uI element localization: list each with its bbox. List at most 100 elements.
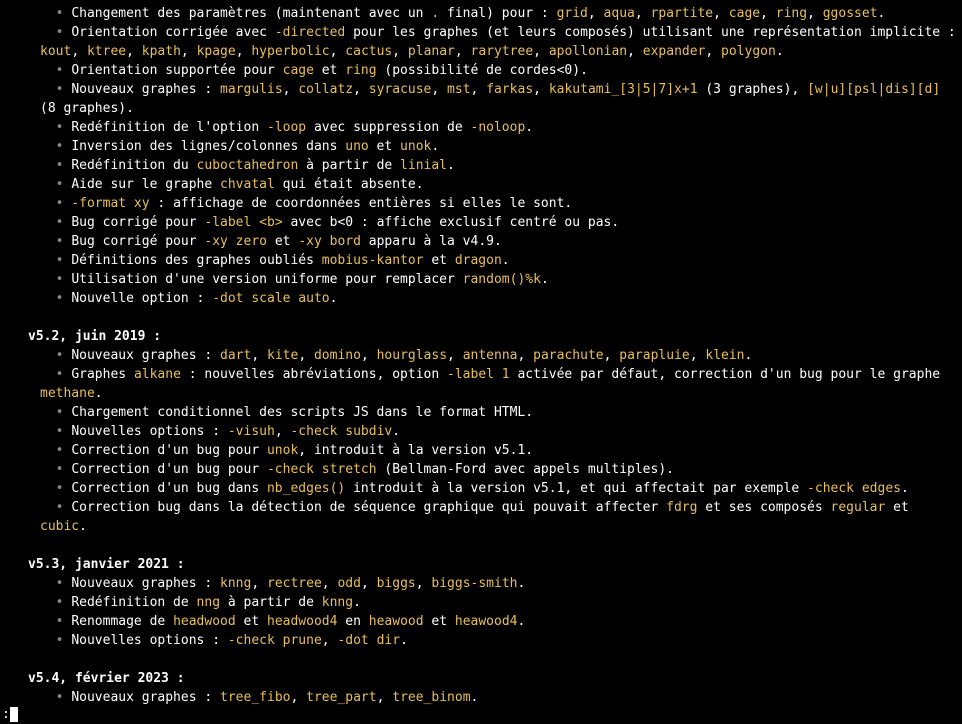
text: , [431, 82, 447, 97]
highlight-token: farkas [486, 82, 533, 97]
highlight-token: rarytree [471, 44, 534, 59]
text: et [314, 63, 345, 78]
highlight-token: margulis [220, 82, 283, 97]
list-item: • Nouveaux graphes : dart, kite, domino,… [0, 346, 962, 365]
text: , [760, 6, 776, 21]
highlight-token: mobius-kantor [322, 253, 424, 268]
text: . [541, 272, 549, 287]
text: , introduit à la version v5.1. [298, 443, 533, 458]
highlight-token: ring [776, 6, 807, 21]
text: , [807, 6, 823, 21]
text: , [635, 6, 651, 21]
text: Correction bug dans la détection de séqu… [71, 500, 666, 515]
list-item: • Correction bug dans la détection de sé… [0, 498, 962, 536]
text: : affichage de coordonnées entières si e… [150, 196, 573, 211]
highlight-token: -format xy [71, 196, 149, 211]
text: , [251, 348, 267, 363]
highlight-token: knng [220, 576, 251, 591]
section-heading: v5.3, janvier 2021 : [0, 555, 962, 574]
text: Nouveaux graphes : [71, 576, 220, 591]
highlight-token: -check edges [807, 481, 901, 496]
bullet-icon: • [40, 6, 71, 21]
highlight-token: nb_edges() [267, 481, 345, 496]
highlight-token: cubic [40, 519, 79, 534]
text: activée par défaut, correction d'un bug … [510, 367, 948, 382]
highlight-token: linial [400, 158, 447, 173]
highlight-token: grid [557, 6, 588, 21]
list-item: • Renommage de headwood et headwood4 en … [0, 612, 962, 631]
highlight-token: -xy bord [298, 234, 361, 249]
highlight-token: collatz [298, 82, 353, 97]
list-item: • Bug corrigé pour -label <b> avec b<0 :… [0, 213, 962, 232]
highlight-token: unok [400, 139, 431, 154]
text: (possibilité de cordes<0). [377, 63, 588, 78]
text: apparu à la v4.9. [361, 234, 502, 249]
text: et [424, 253, 455, 268]
text: Orientation corrigée avec [71, 25, 275, 40]
bullet-icon: • [40, 234, 71, 249]
highlight-token: kakutami_[3|5|7]x+1 [549, 82, 698, 97]
bullet-icon: • [40, 633, 71, 648]
text: . [525, 120, 533, 135]
list-item: • Aide sur le graphe chvatal qui était a… [0, 175, 962, 194]
text: et [885, 500, 916, 515]
text: , [705, 44, 721, 59]
highlight-token: parapluie [619, 348, 689, 363]
text: introduit à la version v5.1, et qui affe… [345, 481, 807, 496]
text: Nouvelles options : [71, 633, 228, 648]
text: . [79, 519, 87, 534]
text: , [518, 348, 534, 363]
list-item: • Redéfinition de l'option -loop avec su… [0, 118, 962, 137]
list-item: • Correction d'un bug pour unok, introdu… [0, 441, 962, 460]
text: , [298, 348, 314, 363]
text: Bug corrigé pour [71, 215, 204, 230]
bullet-icon: • [40, 690, 71, 705]
highlight-token: knng [322, 595, 353, 610]
text: et [267, 234, 298, 249]
text: . [431, 139, 439, 154]
bullet-icon: • [40, 500, 71, 515]
highlight-token: aqua [604, 6, 635, 21]
highlight-token: kpage [197, 44, 236, 59]
text: final) pour : [439, 6, 556, 21]
text: , [353, 82, 369, 97]
bullet-icon: • [40, 139, 71, 154]
bullet-icon: • [40, 614, 71, 629]
highlight-token: regular [831, 500, 886, 515]
highlight-token: tree_part [306, 690, 376, 705]
list-item: • Chargement conditionnel des scripts JS… [0, 403, 962, 422]
text: , [322, 576, 338, 591]
highlight-token: headwood [173, 614, 236, 629]
list-item: • Nouvelles options : -check prune, -dot… [0, 631, 962, 650]
text: Définitions des graphes oubliés [71, 253, 321, 268]
text: qui était absente. [275, 177, 424, 192]
text: , [361, 576, 377, 591]
bullet-icon: • [40, 272, 71, 287]
bullet-icon: • [40, 348, 71, 363]
bullet-icon: • [40, 215, 71, 230]
text: Graphes [71, 367, 134, 382]
pager-status[interactable]: : [0, 705, 20, 724]
bullet-icon: • [40, 291, 71, 306]
text: . [518, 614, 526, 629]
blank-line [0, 308, 962, 327]
highlight-token: -check stretch [267, 462, 377, 477]
highlight-token: heawood4 [455, 614, 518, 629]
text: en [337, 614, 368, 629]
list-item: • Correction d'un bug pour -check stretc… [0, 460, 962, 479]
text: , [392, 44, 408, 59]
highlight-token: uno [345, 139, 368, 154]
highlight-token: ktree [87, 44, 126, 59]
highlight-token: -xy zero [204, 234, 267, 249]
text: à partir de [220, 595, 322, 610]
text: Utilisation d'une version uniforme pour … [71, 272, 462, 287]
prompt-char: : [2, 707, 10, 722]
text: et [424, 614, 455, 629]
section-heading: v5.2, juin 2019 : [0, 327, 962, 346]
highlight-token: rectree [267, 576, 322, 591]
text: . [400, 633, 408, 648]
highlight-token: kite [267, 348, 298, 363]
highlight-token: odd [337, 576, 360, 591]
list-item: • -format xy : affichage de coordonnées … [0, 194, 962, 213]
text: Nouvelles options : [71, 424, 228, 439]
